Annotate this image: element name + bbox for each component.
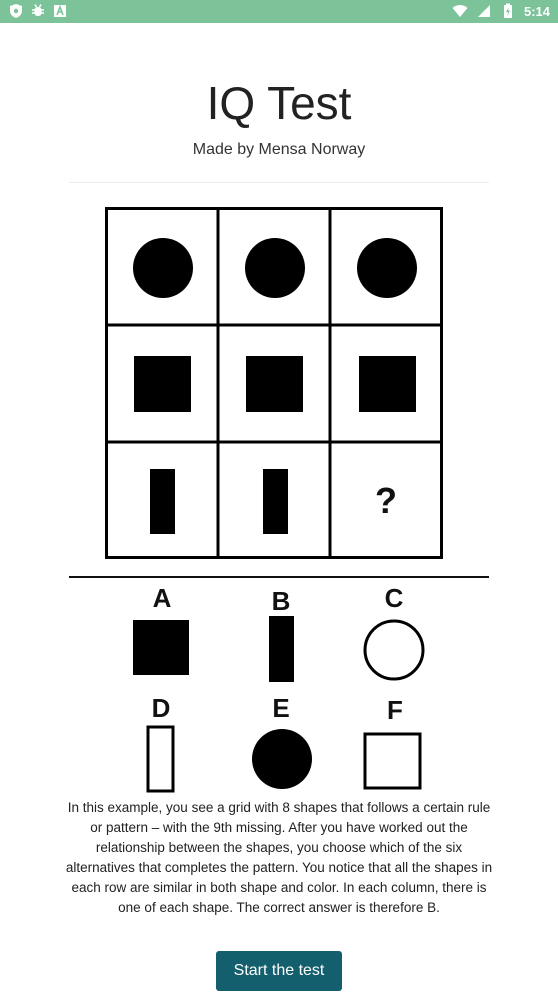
grid-cell-square: [359, 356, 416, 412]
grid-cell-circle: [133, 238, 193, 298]
status-bar: 5:14: [0, 0, 558, 23]
puzzle-grid: ?: [105, 207, 443, 559]
header-divider: [69, 182, 489, 183]
option-letter-f: F: [387, 695, 403, 725]
signal-icon: [477, 5, 490, 17]
font-icon: [54, 4, 66, 17]
option-f-outline-square[interactable]: [363, 732, 422, 790]
option-letter-d: D: [151, 693, 171, 723]
grid-cell-square: [134, 356, 191, 412]
grid-cell-circle: [245, 238, 305, 298]
status-bar-left-icons: [8, 3, 68, 19]
option-a-filled-square[interactable]: [133, 620, 189, 675]
shield-icon: [10, 4, 22, 18]
page-title: IQ Test: [206, 77, 352, 129]
option-c-outline-circle[interactable]: [363, 619, 425, 681]
bug-icon: [32, 4, 44, 16]
status-bar-right-icons: 5:14: [452, 3, 550, 19]
instructions-text: In this example, you see a grid with 8 s…: [65, 800, 493, 915]
page-subtitle: Made by Mensa Norway: [192, 141, 366, 158]
answer-options: A B C D E F: [69, 583, 489, 798]
option-b-filled-bar[interactable]: [269, 616, 294, 682]
grid-cell-circle: [357, 238, 417, 298]
start-test-button[interactable]: Start the test: [216, 951, 342, 991]
battery-charging-icon: [503, 3, 512, 18]
grid-cell-bar: [150, 469, 175, 534]
option-shapes: [133, 616, 425, 793]
status-time: 5:14: [523, 3, 550, 19]
options-divider: [69, 576, 489, 578]
option-letter-e: E: [272, 693, 290, 723]
missing-cell-question-mark: ?: [375, 480, 397, 521]
option-e-filled-circle[interactable]: [252, 729, 312, 789]
wifi-icon: [452, 5, 468, 17]
option-d-outline-bar[interactable]: [146, 725, 175, 793]
grid-cell-bar: [263, 469, 288, 534]
grid-cell-square: [246, 356, 303, 412]
